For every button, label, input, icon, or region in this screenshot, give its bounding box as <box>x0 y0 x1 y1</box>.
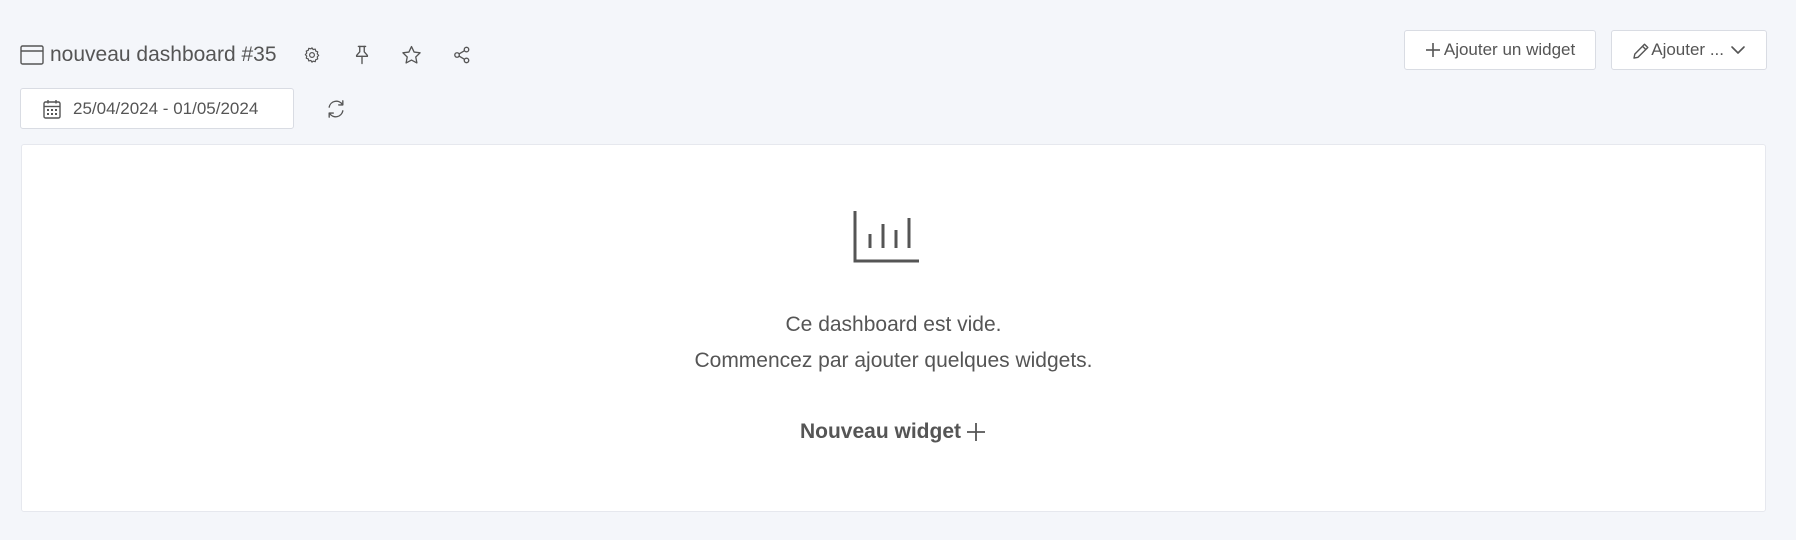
share-icon <box>453 46 471 64</box>
pencil-icon <box>1632 42 1649 59</box>
add-menu-dropdown[interactable]: Ajouter ... <box>1611 30 1767 70</box>
new-widget-row: Nouveau widget <box>22 420 1765 444</box>
bar-chart-icon <box>853 211 921 263</box>
refresh-icon <box>326 99 346 119</box>
add-widget-button[interactable]: Ajouter un widget <box>1403 30 1597 70</box>
title-group: nouveau dashboard #35 <box>20 38 479 72</box>
header-actions: Ajouter un widget Ajouter ... <box>1403 30 1767 70</box>
plus-icon <box>1425 42 1441 58</box>
settings-button[interactable] <box>295 38 329 72</box>
add-widget-label: Ajouter un widget <box>1443 40 1576 59</box>
chevron-down-icon <box>1730 42 1746 58</box>
gear-icon <box>303 46 321 64</box>
star-icon <box>401 45 422 65</box>
dashboard-panel: Ce dashboard est vide. Commencez par ajo… <box>21 144 1766 512</box>
add-menu-label: Ajouter ... <box>1651 40 1724 59</box>
refresh-button[interactable] <box>321 94 351 124</box>
plus-icon <box>965 421 987 443</box>
favorite-button[interactable] <box>395 38 429 72</box>
date-range-value: 25/04/2024 - 01/05/2024 <box>73 98 259 118</box>
page-title: nouveau dashboard #35 <box>50 43 277 66</box>
window-icon <box>20 44 44 66</box>
dashboard-header: nouveau dashboard #35 Ajouter un widget … <box>20 30 1767 72</box>
calendar-icon <box>43 99 61 119</box>
new-widget-label: Nouveau widget <box>799 420 962 443</box>
date-toolbar: 25/04/2024 - 01/05/2024 <box>20 88 351 129</box>
pin-icon <box>353 45 371 65</box>
empty-hint: Commencez par ajouter quelques widgets. <box>694 349 1093 372</box>
pin-button[interactable] <box>345 38 379 72</box>
new-widget-button[interactable]: Nouveau widget <box>800 420 987 444</box>
date-range-picker[interactable]: 25/04/2024 - 01/05/2024 <box>20 88 294 129</box>
share-button[interactable] <box>445 38 479 72</box>
title-actions <box>295 38 479 72</box>
empty-message: Ce dashboard est vide. <box>785 313 1002 336</box>
